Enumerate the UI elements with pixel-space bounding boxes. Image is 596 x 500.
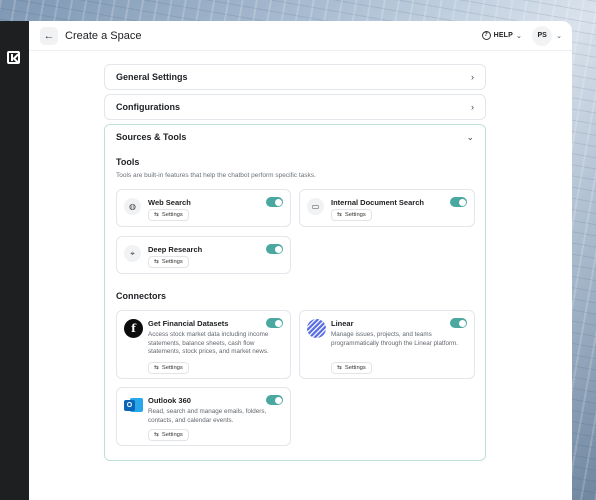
help-button[interactable]: ? HELP ⌄ [481, 31, 523, 40]
tool-name: Web Search [148, 198, 191, 207]
enable-toggle[interactable] [450, 318, 467, 328]
financial-datasets-logo: f [124, 319, 143, 338]
connector-name: Outlook 360 [148, 396, 191, 405]
accordion-sources-tools: Sources & Tools ⌄ Tools Tools are built-… [104, 124, 486, 461]
form-content: General Settings › Configurations › Sour… [104, 64, 486, 461]
back-button[interactable]: ← [40, 26, 58, 45]
tool-name: Deep Research [148, 245, 203, 254]
sliders-icon: ⇆ [154, 365, 159, 371]
enable-toggle[interactable] [266, 197, 283, 207]
accordion-header[interactable]: Sources & Tools ⌄ [105, 125, 485, 149]
connector-card-linear: Linear Manage issues, projects, and team… [299, 310, 475, 379]
enable-toggle[interactable] [266, 244, 283, 254]
sliders-icon: ⇆ [337, 365, 342, 371]
settings-label: Settings [344, 365, 366, 371]
arrow-left-icon: ← [43, 29, 55, 42]
settings-label: Settings [161, 259, 183, 265]
connector-card-financial-datasets: f Get Financial Datasets Access stock ma… [116, 310, 291, 379]
enable-toggle[interactable] [450, 197, 467, 207]
top-bar: ← Create a Space ? HELP ⌄ PS ⌄ [29, 21, 572, 51]
sliders-icon: ⇆ [337, 212, 342, 218]
main-panel: ← Create a Space ? HELP ⌄ PS ⌄ General S… [29, 21, 572, 500]
connector-description: Manage issues, projects, and teams progr… [331, 331, 459, 347]
connectors-heading: Connectors [116, 291, 167, 301]
tool-name: Internal Document Search [331, 198, 424, 207]
tool-card-internal-document-search: ▭ Internal Document Search ⇆ Settings [299, 189, 475, 227]
settings-label: Settings [344, 212, 366, 218]
sliders-icon: ⇆ [154, 259, 159, 265]
tools-description: Tools are built-in features that help th… [116, 172, 316, 179]
globe-icon: ◍ [124, 198, 141, 215]
help-icon: ? [481, 31, 491, 40]
linear-logo [307, 319, 326, 338]
settings-label: Settings [161, 432, 183, 438]
avatar[interactable]: PS [532, 25, 553, 46]
outlook-logo: O [124, 397, 143, 413]
accordion-configurations[interactable]: Configurations › [104, 94, 486, 120]
connector-description: Access stock market data including incom… [148, 331, 269, 355]
accordion-label: Sources & Tools [116, 132, 187, 142]
settings-button[interactable]: ⇆ Settings [331, 362, 372, 374]
telescope-icon: ⌖ [124, 245, 141, 262]
chevron-right-icon: › [471, 72, 474, 82]
chevron-down-icon: ⌄ [466, 131, 474, 142]
tools-heading: Tools [116, 157, 140, 167]
connector-description: Read, search and manage emails, folders,… [148, 408, 267, 424]
accordion-label: General Settings [116, 72, 188, 82]
chevron-down-icon: ⌄ [516, 32, 523, 40]
sliders-icon: ⇆ [154, 432, 159, 438]
settings-label: Settings [161, 365, 183, 371]
page-title: Create a Space [65, 29, 142, 42]
folder-icon: ▭ [307, 198, 324, 215]
settings-button[interactable]: ⇆ Settings [148, 362, 189, 374]
help-label: HELP [493, 32, 514, 39]
enable-toggle[interactable] [266, 318, 283, 328]
user-menu[interactable]: PS ⌄ [532, 25, 562, 46]
app-logo[interactable] [7, 51, 20, 64]
settings-button[interactable]: ⇆ Settings [148, 209, 189, 221]
connector-name: Get Financial Datasets [148, 319, 229, 328]
connector-name: Linear [331, 319, 354, 328]
tool-card-deep-research: ⌖ Deep Research ⇆ Settings [116, 236, 291, 274]
settings-button[interactable]: ⇆ Settings [331, 209, 372, 221]
settings-button[interactable]: ⇆ Settings [148, 256, 189, 268]
left-rail [0, 21, 29, 500]
enable-toggle[interactable] [266, 395, 283, 405]
tool-card-web-search: ◍ Web Search ⇆ Settings [116, 189, 291, 227]
connector-card-outlook-360: O Outlook 360 Read, search and manage em… [116, 387, 291, 446]
settings-label: Settings [161, 212, 183, 218]
accordion-label: Configurations [116, 102, 180, 112]
chevron-right-icon: › [471, 102, 474, 112]
settings-button[interactable]: ⇆ Settings [148, 429, 189, 441]
sliders-icon: ⇆ [154, 212, 159, 218]
chevron-down-icon: ⌄ [556, 32, 562, 40]
accordion-general-settings[interactable]: General Settings › [104, 64, 486, 90]
